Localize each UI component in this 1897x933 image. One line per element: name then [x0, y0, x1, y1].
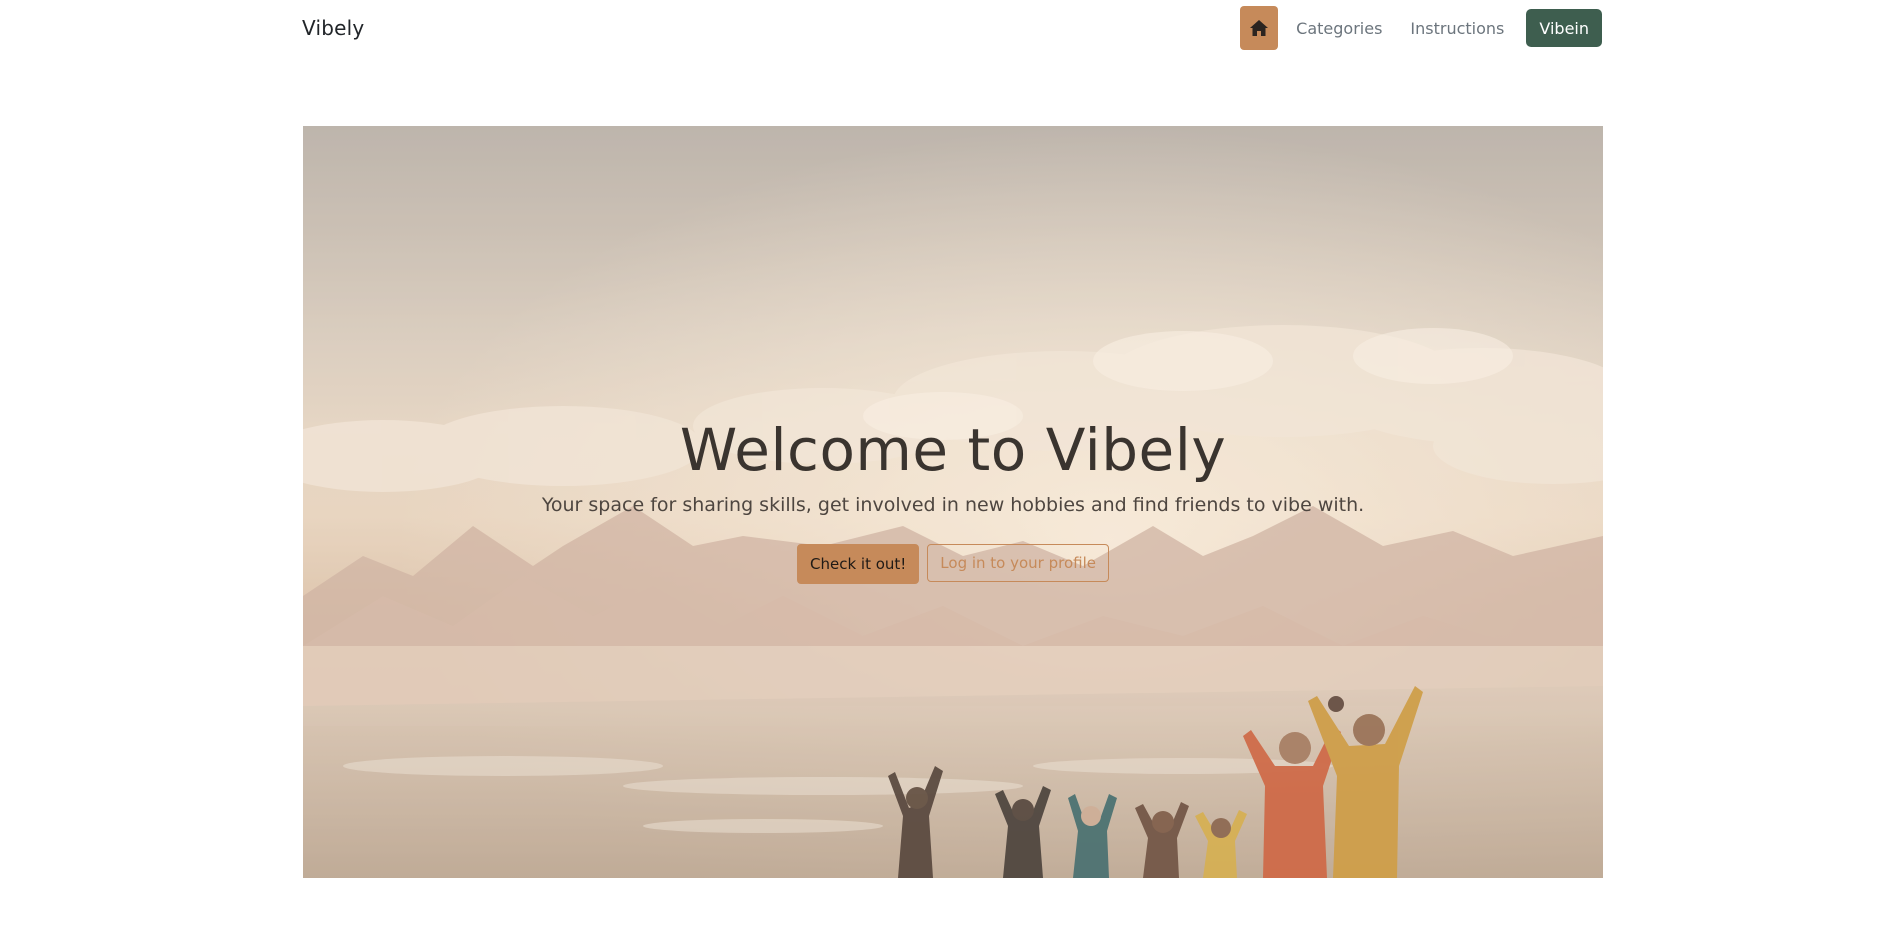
top-navbar: Vibely Categories Instructions Vibein [302, 0, 1602, 56]
vibein-button[interactable]: Vibein [1526, 9, 1602, 47]
check-it-out-button[interactable]: Check it out! [796, 544, 920, 584]
nav-link-categories[interactable]: Categories [1282, 19, 1396, 38]
hero-title: Welcome to Vibely [679, 416, 1227, 484]
hero-subtitle: Your space for sharing skills, get invol… [541, 494, 1365, 516]
login-profile-button[interactable]: Log in to your profile [927, 544, 1110, 582]
page: Vibely Categories Instructions Vibein We… [0, 0, 1897, 933]
home-button[interactable] [1240, 6, 1279, 50]
home-icon [1250, 20, 1269, 36]
hero-banner: Welcome to Vibely Your space for sharing… [303, 126, 1603, 878]
nav-link-instructions[interactable]: Instructions [1396, 19, 1518, 38]
hero-buttons: Check it out! Log in to your profile [303, 544, 1603, 584]
brand-logo[interactable]: Vibely [302, 16, 364, 40]
hero-content: Welcome to Vibely Your space for sharing… [303, 416, 1603, 584]
nav-links: Categories Instructions Vibein [1240, 6, 1602, 50]
